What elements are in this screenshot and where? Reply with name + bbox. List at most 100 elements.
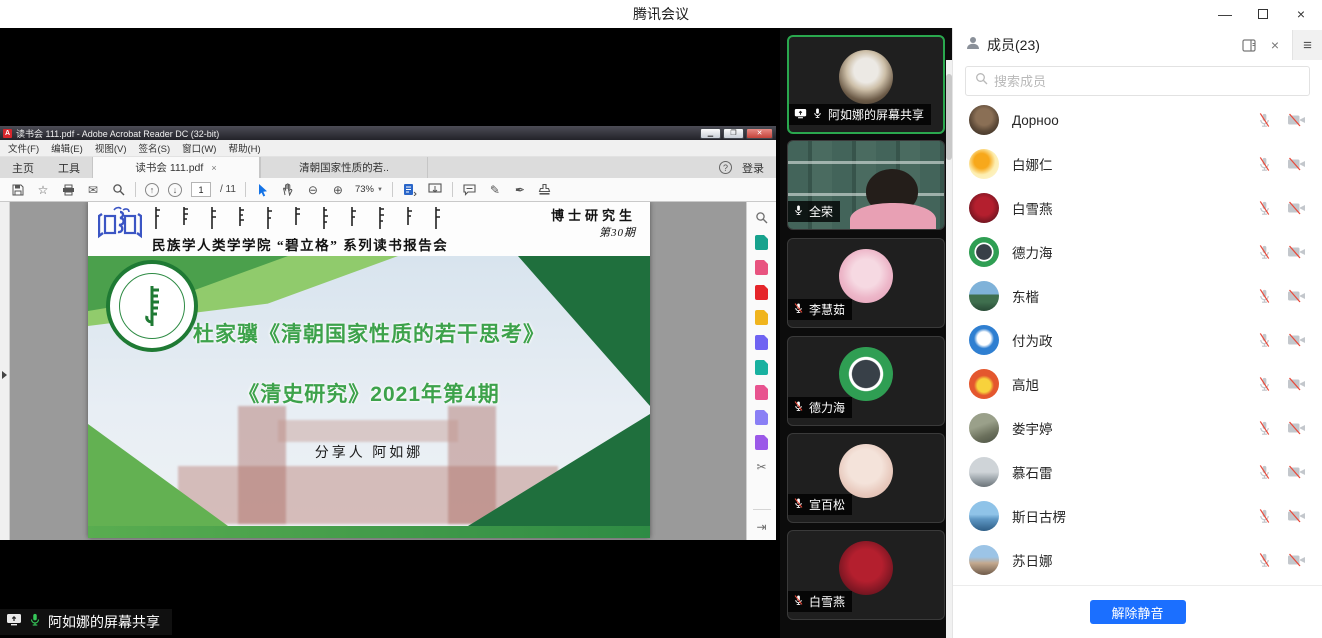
minimize-button[interactable]: — [1210,2,1240,26]
unmute-button[interactable]: 解除静音 [1090,600,1186,624]
member-row[interactable]: 白雪燕 [953,186,1322,230]
video-thumbnail[interactable]: 白雪燕 [787,530,945,620]
camera-off-icon[interactable] [1287,553,1306,567]
member-row[interactable]: 付为政 [953,318,1322,362]
favorite-star-icon[interactable]: ☆ [35,182,51,198]
certificates-tool-icon[interactable] [754,434,770,450]
tab-tools[interactable]: 工具 [46,157,92,178]
menu-edit[interactable]: 编辑(E) [51,141,83,155]
mic-muted-icon[interactable] [1257,464,1272,480]
combine-files-tool-icon[interactable] [754,334,770,350]
video-thumbnail-sharing[interactable]: 阿如娜的屏幕共享 [787,35,945,134]
save-icon[interactable] [10,182,26,198]
mic-muted-icon[interactable] [1257,112,1272,128]
doc-tab-close-icon[interactable]: × [211,163,216,173]
member-row[interactable]: 斯日古楞 [953,494,1322,538]
mic-muted-icon[interactable] [1257,288,1272,304]
tab-home[interactable]: 主页 [0,157,46,178]
doc-tab-current[interactable]: 读书会 111.pdf × [92,157,260,178]
video-thumbnail[interactable]: 李慧茹 [787,238,945,328]
create-pdf-tool-icon[interactable] [754,284,770,300]
next-page-icon[interactable]: ↓ [168,183,182,197]
search-input[interactable] [994,74,1300,89]
navigation-pane-strip[interactable] [0,202,10,540]
zoom-in-icon[interactable]: ⊕ [330,182,346,198]
mic-muted-icon[interactable] [1257,420,1272,436]
member-row[interactable]: Дорноо [953,98,1322,142]
member-row[interactable]: 东楷 [953,274,1322,318]
member-row[interactable]: 白娜仁 [953,142,1322,186]
print-icon[interactable] [60,182,76,198]
camera-off-icon[interactable] [1287,377,1306,391]
camera-off-icon[interactable] [1287,157,1306,171]
fill-sign-tool-icon[interactable] [754,384,770,400]
video-thumbnail[interactable]: 宣百松 [787,433,945,523]
fit-width-icon[interactable] [427,182,443,198]
previous-page-icon[interactable]: ↑ [145,183,159,197]
mic-muted-icon[interactable] [1257,244,1272,260]
menu-view[interactable]: 视图(V) [95,141,127,155]
mic-muted-icon[interactable] [1257,552,1272,568]
document-area[interactable]: 博士研究生 第30期 民族学人类学学院 “碧立格” 系列读书报告会 [10,202,746,540]
acrobat-minimize-button[interactable]: ▁ [700,128,721,139]
member-row[interactable]: 慕石雷 [953,450,1322,494]
member-list[interactable]: Дорноо 白娜仁 白雪燕 [953,98,1322,582]
compress-pdf-tool-icon[interactable] [754,359,770,375]
page-display-icon[interactable] [402,182,418,198]
camera-off-icon[interactable] [1287,245,1306,259]
camera-off-icon[interactable] [1287,201,1306,215]
comment-icon[interactable] [462,182,478,198]
acrobat-app-icon: A [3,129,12,138]
camera-off-icon[interactable] [1287,509,1306,523]
acrobat-restore-button[interactable]: ❐ [723,128,744,139]
acrobat-close-button[interactable]: ✕ [746,128,773,139]
video-thumbnail[interactable]: 德力海 [787,336,945,426]
mic-muted-icon[interactable] [1257,508,1272,524]
popout-panel-icon[interactable] [1236,32,1262,58]
menu-help[interactable]: 帮助(H) [228,141,260,155]
comment-tool-icon[interactable] [754,309,770,325]
member-search-box[interactable] [965,66,1310,96]
mic-muted-icon[interactable] [1257,156,1272,172]
zoom-level-dropdown[interactable]: 73% ▼ [355,184,383,195]
mic-muted-icon[interactable] [1257,332,1272,348]
close-button[interactable]: × [1286,2,1316,26]
hand-tool-icon[interactable] [280,182,296,198]
member-row[interactable]: 高旭 [953,362,1322,406]
menu-file[interactable]: 文件(F) [8,141,39,155]
pencil-draw-icon[interactable]: ✎ [487,182,503,198]
select-cursor-icon[interactable] [255,182,271,198]
member-row[interactable]: 娄宇婷 [953,406,1322,450]
panel-menu-icon[interactable]: ≡ [1292,30,1322,60]
find-icon[interactable] [110,182,126,198]
camera-off-icon[interactable] [1287,465,1306,479]
doc-tab-other[interactable]: 清朝国家性质的若.. [260,157,428,178]
close-panel-icon[interactable]: × [1262,32,1288,58]
mic-muted-icon[interactable] [1257,200,1272,216]
find-tool-icon[interactable] [754,209,770,225]
export-pdf-tool-icon[interactable] [754,234,770,250]
zoom-out-icon[interactable]: ⊖ [305,182,321,198]
organize-pages-tool-icon[interactable] [754,259,770,275]
menu-sign[interactable]: 签名(S) [138,141,170,155]
menu-window[interactable]: 窗口(W) [182,141,216,155]
participant-name: 白雪燕 [809,593,845,610]
maximize-button[interactable] [1248,2,1278,26]
mic-muted-icon[interactable] [1257,376,1272,392]
camera-off-icon[interactable] [1287,289,1306,303]
stamp-icon[interactable] [537,182,553,198]
page-number-input[interactable]: 1 [191,182,211,197]
sign-in-link[interactable]: 登录 [742,160,764,176]
expand-tools-panel-icon[interactable]: ⇥ [754,519,770,535]
member-row[interactable]: 德力海 [953,230,1322,274]
member-row[interactable]: 苏日娜 [953,538,1322,582]
email-icon[interactable]: ✉ [85,182,101,198]
camera-off-icon[interactable] [1287,421,1306,435]
help-icon[interactable]: ? [719,161,732,174]
video-thumbnail[interactable]: 全荣 [787,140,945,230]
camera-off-icon[interactable] [1287,113,1306,127]
camera-off-icon[interactable] [1287,333,1306,347]
more-tools-icon[interactable]: ✂ [754,459,770,475]
sign-pen-icon[interactable]: ✒ [512,182,528,198]
protect-tool-icon[interactable] [754,409,770,425]
